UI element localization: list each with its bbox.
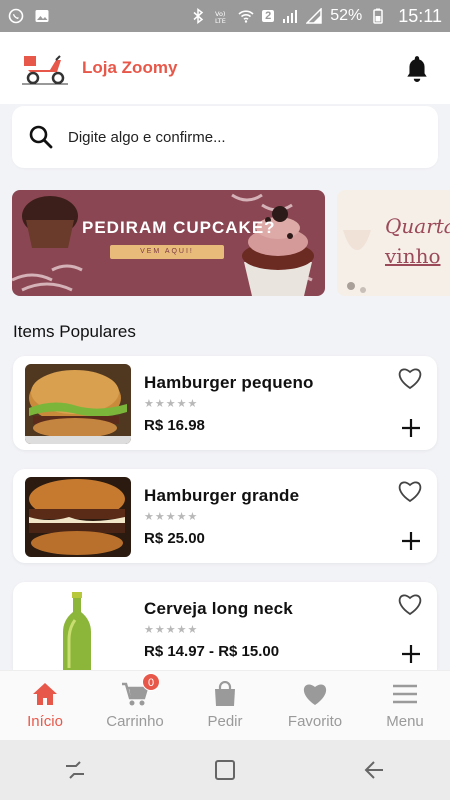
- notifications-bell-icon[interactable]: [404, 54, 430, 82]
- favorite-heart-icon[interactable]: [397, 592, 423, 616]
- product-name: Cerveja long neck: [144, 599, 293, 618]
- favorite-heart-icon[interactable]: [397, 366, 423, 390]
- gallery-icon: [35, 10, 49, 22]
- nav-order[interactable]: Pedir: [180, 671, 270, 740]
- nav-home[interactable]: Início: [0, 671, 90, 740]
- product-card[interactable]: Cerveja long neck ★★★★★ R$ 14.97 - R$ 15…: [13, 582, 437, 670]
- product-image: [25, 364, 131, 444]
- product-price: R$ 25.00: [144, 530, 205, 547]
- nav-home-label: Início: [27, 713, 63, 730]
- volte-icon: Vo)LTE: [215, 10, 226, 24]
- nav-favorites-label: Favorito: [287, 713, 343, 730]
- product-card[interactable]: Hamburger grande ★★★★★ R$ 25.00: [13, 469, 437, 563]
- banner-cta-button[interactable]: VEM AQUI!: [110, 245, 224, 259]
- promo-banner-wine[interactable]: Quarta vinho: [337, 190, 450, 296]
- scooter-logo-icon: [22, 55, 68, 85]
- add-to-cart-plus-icon[interactable]: [401, 418, 421, 438]
- nav-menu-label: Menu: [386, 713, 424, 730]
- home-icon: [33, 683, 57, 705]
- banner-decoration: [12, 193, 314, 296]
- wifi-icon: [238, 10, 254, 23]
- product-rating: ★★★★★: [144, 398, 199, 410]
- banner-wine-line1: Quarta: [385, 214, 450, 238]
- bluetooth-icon: [193, 8, 204, 24]
- home-button-icon[interactable]: [213, 758, 237, 782]
- signal-icon: [283, 10, 298, 23]
- status-bar-notifications: [8, 8, 50, 24]
- nav-menu[interactable]: Menu: [360, 671, 450, 740]
- product-image: [25, 477, 131, 557]
- search-bar[interactable]: [12, 106, 438, 168]
- system-navigation-bar: [0, 740, 450, 800]
- brand-name: Loja Zoomy: [82, 58, 178, 77]
- product-card[interactable]: Hamburger pequeno ★★★★★ R$ 16.98: [13, 356, 437, 450]
- product-rating: ★★★★★: [144, 624, 199, 636]
- promo-carousel[interactable]: PEDIRAM CUPCAKE? VEM AQUI! Quarta vinho: [12, 190, 450, 298]
- product-price: R$ 14.97 - R$ 15.00: [144, 643, 280, 660]
- promo-banner-cupcake[interactable]: PEDIRAM CUPCAKE? VEM AQUI!: [12, 190, 325, 296]
- add-to-cart-plus-icon[interactable]: [401, 531, 421, 551]
- section-title: Items Populares: [13, 322, 136, 341]
- signal-2-icon: [306, 8, 322, 24]
- banner-title: PEDIRAM CUPCAKE?: [82, 218, 276, 237]
- battery-percent: 52%: [330, 7, 363, 24]
- bottom-navigation: Início 0 Carrinho Pedir Favorito Menu: [0, 670, 450, 740]
- product-image: [25, 590, 131, 670]
- add-to-cart-plus-icon[interactable]: [401, 644, 421, 664]
- banner-wine-line2: vinho: [385, 244, 441, 268]
- bag-icon: [215, 681, 235, 706]
- heart-icon: [303, 684, 327, 705]
- app-header: Loja Zoomy: [0, 32, 450, 104]
- nav-order-label: Pedir: [207, 713, 243, 730]
- status-bar: Vo) LTE 2 52% 15:11: [0, 0, 450, 32]
- svg-text:LTE: LTE: [215, 17, 226, 24]
- product-price: R$ 16.98: [144, 417, 205, 434]
- menu-icon: [393, 684, 417, 704]
- recent-apps-icon[interactable]: [63, 758, 87, 782]
- cart-count-badge: 0: [142, 673, 160, 691]
- nav-cart[interactable]: 0 Carrinho: [90, 671, 180, 740]
- back-arrow-icon[interactable]: [363, 758, 387, 782]
- search-input[interactable]: [68, 128, 388, 146]
- nav-cart-label: Carrinho: [106, 713, 164, 730]
- product-name: Hamburger grande: [144, 486, 300, 505]
- sim-badge: 2: [262, 10, 275, 22]
- favorite-heart-icon[interactable]: [397, 479, 423, 503]
- wine-glass-icon: [343, 230, 371, 293]
- search-icon: [29, 125, 53, 149]
- nav-favorites[interactable]: Favorito: [270, 671, 360, 740]
- product-name: Hamburger pequeno: [144, 373, 314, 392]
- clock: 15:11: [398, 5, 442, 26]
- status-bar-system: Vo) LTE 2 52% 15:11: [190, 6, 442, 27]
- whatsapp-icon: [8, 8, 24, 24]
- battery-icon: [373, 8, 384, 24]
- product-rating: ★★★★★: [144, 511, 199, 523]
